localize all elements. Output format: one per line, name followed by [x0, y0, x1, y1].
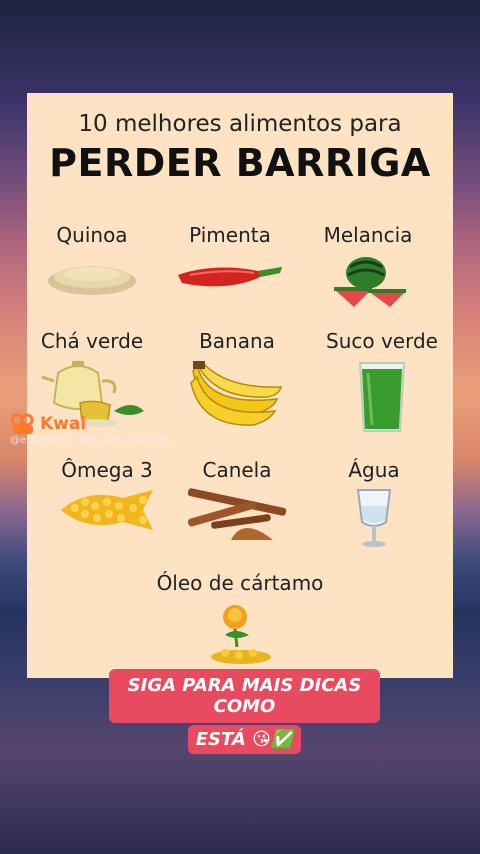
food-label: Melancia: [323, 223, 413, 247]
food-item-canela: Canela: [172, 458, 302, 544]
chili-pepper-icon: [178, 267, 282, 287]
quinoa-icon: [48, 266, 136, 295]
food-label: Água: [348, 458, 400, 482]
food-item-pimenta: Pimenta: [165, 223, 295, 297]
food-label: Quinoa: [56, 223, 128, 247]
cinnamon-icon: [187, 488, 287, 540]
food-label: Banana: [199, 329, 275, 353]
food-item-banana: Banana: [172, 329, 302, 429]
food-item-omega-3: Ômega 3: [42, 458, 172, 532]
emoji-icons: 😘✅: [252, 729, 294, 750]
watermelon-icon: [334, 257, 406, 307]
title-line1: 10 melhores alimentos para: [78, 111, 402, 137]
cta-line2-text: ESTÁ: [195, 729, 246, 750]
title-line2: PERDER BARRIGA: [49, 141, 431, 185]
safflower-icon: [211, 605, 271, 664]
kwai-username: @emagrecer_em_casa_meninas: [10, 435, 171, 446]
cta-line2: ESTÁ 😘✅: [187, 725, 302, 754]
food-label: Óleo de cártamo: [156, 571, 324, 595]
omega3-capsules-icon: [61, 490, 153, 530]
cta-line1: SIGA PARA MAIS DICAS COMO: [109, 669, 380, 723]
food-label: Chá verde: [40, 329, 144, 353]
kwai-camera-icon: [10, 413, 34, 434]
banana-icon: [190, 361, 282, 426]
food-label: Pimenta: [189, 223, 271, 247]
kwai-brand: Kwai: [40, 414, 87, 434]
food-label: Suco verde: [326, 329, 438, 353]
food-item-quinoa: Quinoa: [27, 223, 157, 297]
kwai-watermark: Kwai @emagrecer_em_casa_meninas: [10, 413, 171, 447]
food-label: Canela: [202, 458, 272, 482]
food-item-oleo-de-cartamo: Óleo de cártamo: [145, 571, 335, 665]
food-item-melancia: Melancia: [303, 223, 433, 309]
water-glass-icon: [356, 489, 392, 547]
food-item-agua: Água: [309, 458, 439, 550]
green-juice-icon: [358, 362, 406, 432]
food-label: Ômega 3: [61, 458, 153, 482]
infographic-card: 10 melhores alimentos para PERDER BARRIG…: [27, 93, 453, 678]
kwai-logo: Kwai: [10, 413, 140, 435]
food-item-suco-verde: Suco verde: [317, 329, 447, 435]
cta-banner: SIGA PARA MAIS DICAS COMO ESTÁ 😘✅: [109, 669, 380, 754]
